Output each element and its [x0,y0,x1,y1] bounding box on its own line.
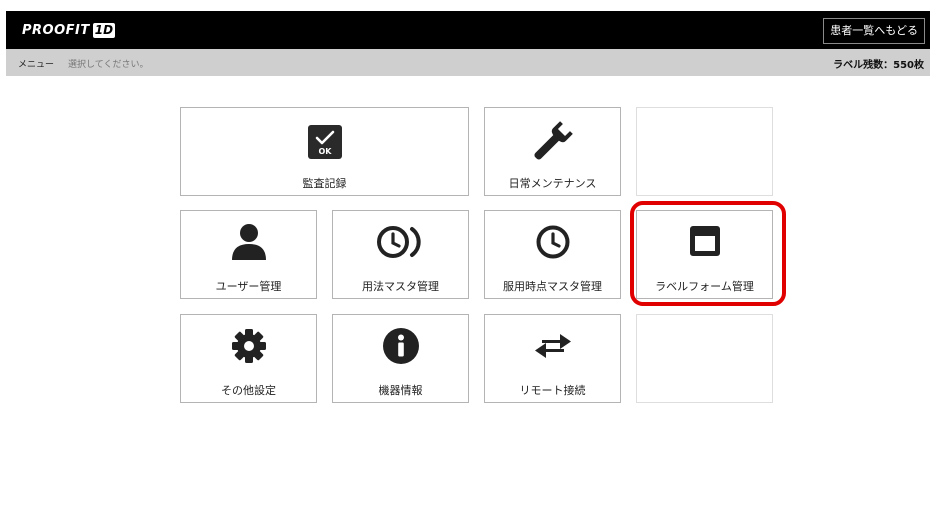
daily-maintenance-label: 日常メンテナンス [508,177,597,190]
dosage-master-label: 用法マスタ管理 [362,280,439,293]
logo-badge: 1D [92,22,116,38]
remote-connection-label: リモート接続 [519,384,586,397]
remote-connection-tile[interactable]: リモート接続 [484,314,621,403]
user-icon [229,223,269,261]
top-bar: PROOFIT 1D 患者一覧へもどる [6,11,930,49]
audit-log-label: 監査記録 [302,177,347,190]
info-icon [382,327,420,365]
user-management-tile[interactable]: ユーザー管理 [180,210,317,299]
daily-maintenance-tile[interactable]: 日常メンテナンス [484,107,621,196]
instruction-text: 選択してください。 [68,60,149,70]
wrench-icon [533,120,573,162]
ok-badge-text: OK [318,147,332,156]
empty-tile [636,107,773,196]
clock-icon [535,224,571,260]
checkmark-ok-icon: OK [307,125,342,159]
empty-tile [636,314,773,403]
logo-text: PROOFIT [22,22,90,38]
other-settings-label: その他設定 [221,384,276,397]
dosage-master-tile[interactable]: 用法マスタ管理 [332,210,469,299]
back-to-patient-list-button[interactable]: 患者一覧へもどる [823,18,925,44]
label-form-label: ラベルフォーム管理 [655,280,754,293]
label-count: ラベル残数：550枚 [833,60,924,71]
sub-header: メニュー 選択してください。 ラベル残数：550枚 [6,49,930,76]
gear-icon [231,328,267,364]
timing-master-tile[interactable]: 服用時点マスタ管理 [484,210,621,299]
other-settings-tile[interactable]: その他設定 [180,314,317,403]
window-icon [689,225,721,257]
user-management-label: ユーザー管理 [215,280,282,293]
audit-log-tile[interactable]: OK 監査記録 [180,107,469,196]
device-info-tile[interactable]: 機器情報 [332,314,469,403]
exchange-arrows-icon [534,332,572,360]
history-clock-icon [376,224,426,260]
label-form-tile[interactable]: ラベルフォーム管理 [636,210,773,299]
timing-master-label: 服用時点マスタ管理 [503,280,602,293]
device-info-label: 機器情報 [378,384,423,397]
app-logo: PROOFIT 1D [22,21,116,39]
menu-label: メニュー [18,60,55,70]
